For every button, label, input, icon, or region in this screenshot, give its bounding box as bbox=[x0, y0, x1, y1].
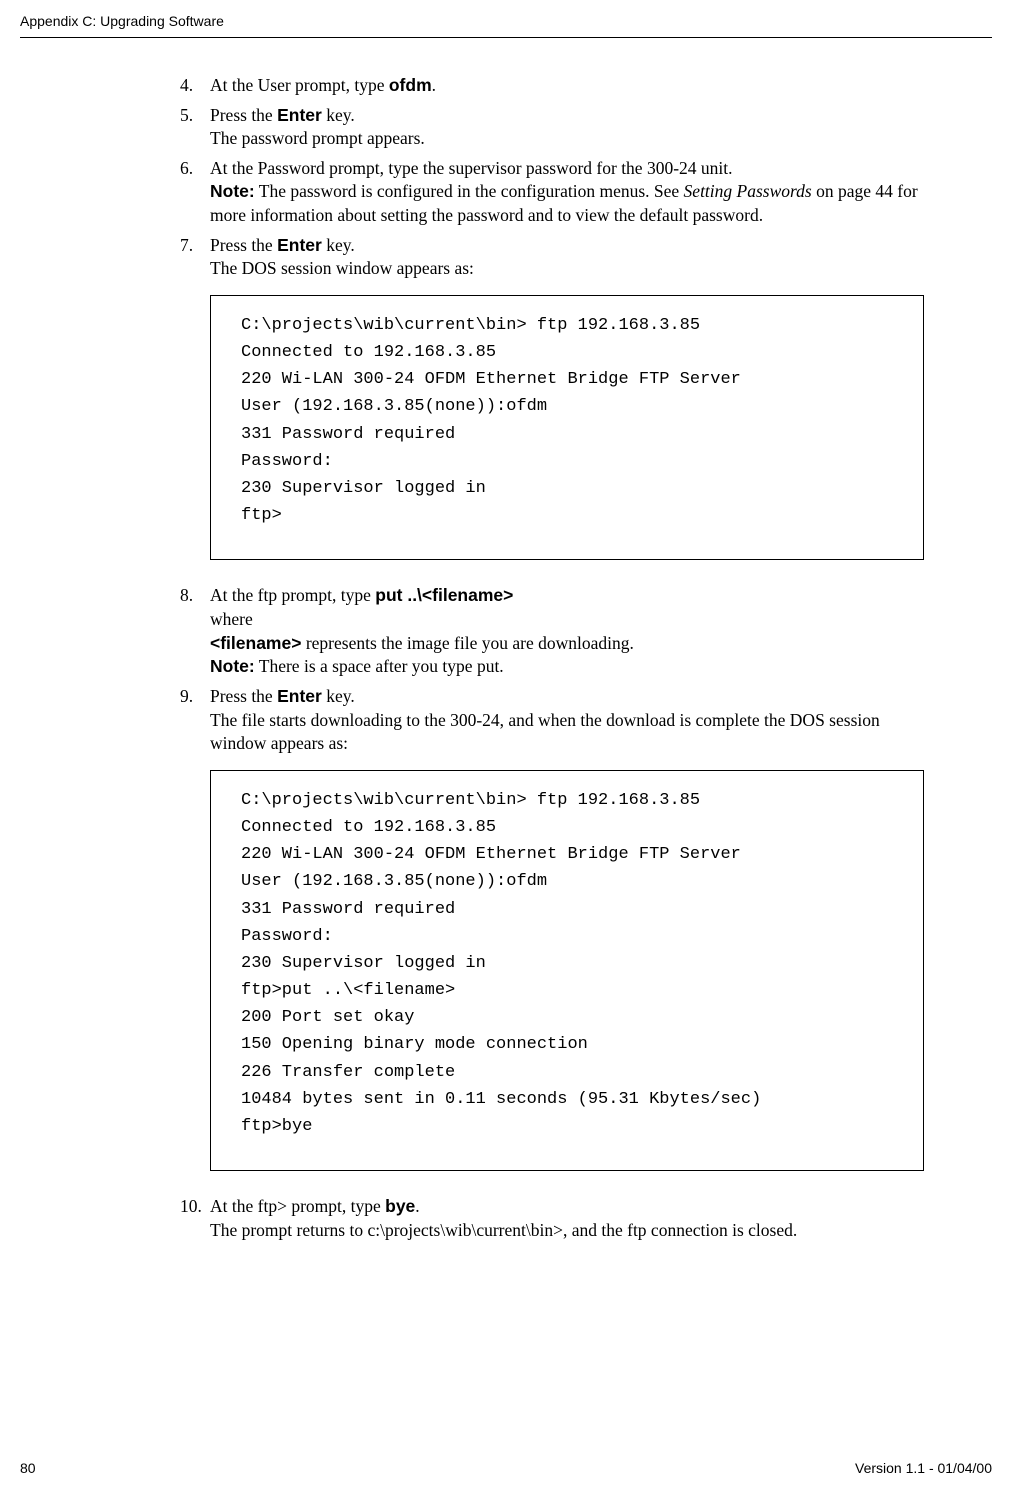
step-body: At the ftp> prompt, type bye. The prompt… bbox=[210, 1195, 924, 1242]
line: At the ftp prompt, type put ..\<filename… bbox=[210, 584, 924, 608]
line: <filename> represents the image file you… bbox=[210, 632, 924, 656]
text: . bbox=[432, 75, 436, 95]
step-number: 6. bbox=[180, 157, 210, 228]
text: represents the image file you are downlo… bbox=[301, 633, 633, 653]
text: At the User prompt, type bbox=[210, 75, 389, 95]
line: Press the Enter key. bbox=[210, 685, 924, 709]
text: Press the bbox=[210, 105, 277, 125]
page-footer: 80 Version 1.1 - 01/04/00 bbox=[20, 1459, 992, 1478]
filename-label: <filename> bbox=[210, 633, 301, 653]
step-4: 4. At the User prompt, type ofdm. bbox=[180, 74, 924, 98]
link-text: Setting Passwords bbox=[684, 181, 812, 201]
step-number: 8. bbox=[180, 584, 210, 679]
step-body: Press the Enter key. The file starts dow… bbox=[210, 685, 924, 1189]
text: At the ftp prompt, type bbox=[210, 585, 375, 605]
note-line: Note: There is a space after you type pu… bbox=[210, 655, 924, 679]
line: The DOS session window appears as: bbox=[210, 257, 924, 281]
line: The file starts downloading to the 300-2… bbox=[210, 709, 924, 756]
step-body: Press the Enter key. The DOS session win… bbox=[210, 234, 924, 579]
text: key. bbox=[322, 235, 355, 255]
page-number: 80 bbox=[20, 1459, 36, 1478]
version-label: Version 1.1 - 01/04/00 bbox=[855, 1459, 992, 1478]
code-block-1: C:\projects\wib\current\bin> ftp 192.168… bbox=[210, 295, 924, 561]
step-number: 5. bbox=[180, 104, 210, 151]
step-number: 10. bbox=[180, 1195, 210, 1242]
page-content: 4. At the User prompt, type ofdm. 5. Pre… bbox=[0, 38, 1012, 1243]
text: There is a space after you type put. bbox=[255, 656, 504, 676]
step-body: Press the Enter key. The password prompt… bbox=[210, 104, 924, 151]
page-header: Appendix C: Upgrading Software bbox=[0, 0, 1012, 37]
line: The password prompt appears. bbox=[210, 127, 924, 151]
command: Enter bbox=[277, 105, 322, 125]
step-9: 9. Press the Enter key. The file starts … bbox=[180, 685, 924, 1189]
note-label: Note: bbox=[210, 181, 255, 201]
line: Press the Enter key. bbox=[210, 234, 924, 258]
step-body: At the ftp prompt, type put ..\<filename… bbox=[210, 584, 924, 679]
text: key. bbox=[322, 686, 355, 706]
step-body: At the User prompt, type ofdm. bbox=[210, 74, 924, 98]
text: Press the bbox=[210, 235, 277, 255]
line: The prompt returns to c:\projects\wib\cu… bbox=[210, 1219, 924, 1243]
command: ofdm bbox=[389, 75, 432, 95]
step-5: 5. Press the Enter key. The password pro… bbox=[180, 104, 924, 151]
line: At the ftp> prompt, type bye. bbox=[210, 1195, 924, 1219]
step-number: 4. bbox=[180, 74, 210, 98]
step-body: At the Password prompt, type the supervi… bbox=[210, 157, 924, 228]
step-8: 8. At the ftp prompt, type put ..\<filen… bbox=[180, 584, 924, 679]
text: Press the bbox=[210, 686, 277, 706]
line: Press the Enter key. bbox=[210, 104, 924, 128]
code-block-2: C:\projects\wib\current\bin> ftp 192.168… bbox=[210, 770, 924, 1171]
line: where bbox=[210, 608, 924, 632]
step-6: 6. At the Password prompt, type the supe… bbox=[180, 157, 924, 228]
command: Enter bbox=[277, 686, 322, 706]
note-line: Note: The password is configured in the … bbox=[210, 180, 924, 227]
step-7: 7. Press the Enter key. The DOS session … bbox=[180, 234, 924, 579]
header-title: Appendix C: Upgrading Software bbox=[20, 13, 224, 29]
command: bye bbox=[385, 1196, 415, 1216]
text: key. bbox=[322, 105, 355, 125]
text: At the ftp> prompt, type bbox=[210, 1196, 385, 1216]
note-label: Note: bbox=[210, 656, 255, 676]
line: At the Password prompt, type the supervi… bbox=[210, 157, 924, 181]
step-number: 7. bbox=[180, 234, 210, 579]
text: The password is configured in the config… bbox=[255, 181, 684, 201]
text: . bbox=[415, 1196, 419, 1216]
command: put ..\<filename> bbox=[375, 585, 513, 605]
step-10: 10. At the ftp> prompt, type bye. The pr… bbox=[180, 1195, 924, 1242]
step-number: 9. bbox=[180, 685, 210, 1189]
command: Enter bbox=[277, 235, 322, 255]
